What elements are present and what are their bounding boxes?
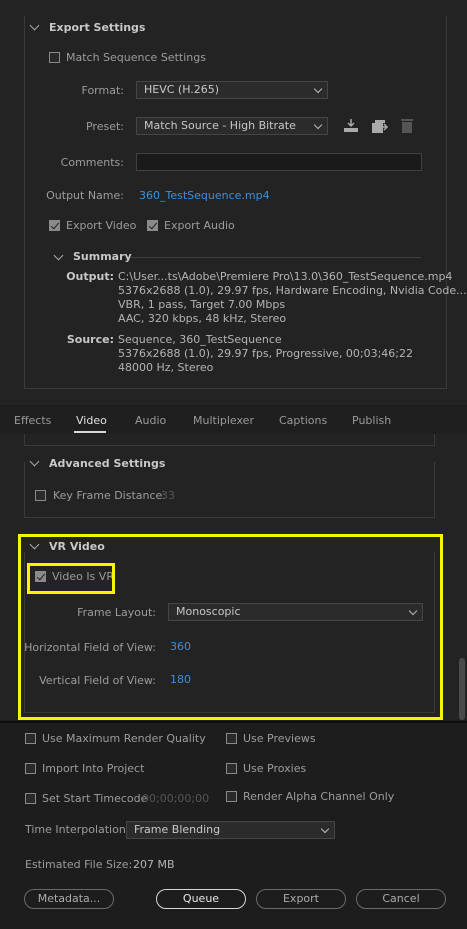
tab-publish[interactable]: Publish (352, 414, 391, 427)
panel-divider (0, 721, 467, 723)
time-interpolation-value: Frame Blending (134, 823, 221, 836)
import-into-project-checkbox[interactable] (25, 763, 36, 774)
comments-input[interactable] (136, 153, 422, 171)
format-label: Format: (81, 84, 124, 97)
tab-effects[interactable]: Effects (14, 414, 51, 427)
preset-label: Preset: (85, 120, 124, 133)
tab-captions[interactable]: Captions (279, 414, 327, 427)
tab-video-underline (74, 431, 106, 433)
max-render-quality-checkbox[interactable] (25, 733, 36, 744)
format-dropdown[interactable]: HEVC (H.265) (136, 81, 328, 99)
summary-output-lines: C:\User...ts\Adobe\Premiere Pro\13.0\360… (118, 270, 467, 326)
summary-divider (131, 257, 421, 258)
chevron-down-icon (313, 84, 323, 94)
vr-video-highlight (18, 534, 443, 720)
advanced-settings-title: Advanced Settings (49, 457, 166, 470)
preset-value: Match Source - High Bitrate (144, 119, 296, 132)
summary-output-line: VBR, 1 pass, Target 7.00 Mbps (118, 298, 286, 311)
estimated-file-size-label: Estimated File Size: (25, 858, 133, 871)
chevron-down-icon (313, 120, 323, 130)
comments-label: Comments: (60, 156, 124, 169)
format-value: HEVC (H.265) (144, 83, 220, 96)
save-preset-icon[interactable] (371, 119, 389, 134)
output-name-label: Output Name: (46, 189, 124, 202)
export-audio-label: Export Audio (164, 219, 235, 232)
key-frame-distance-label: Key Frame Distance: (53, 489, 167, 502)
scrollbar-thumb[interactable] (459, 658, 465, 720)
tab-video[interactable]: Video (76, 414, 107, 427)
export-video-checkbox[interactable] (49, 220, 60, 231)
delete-preset-icon[interactable] (400, 118, 414, 134)
import-into-project-label: Import Into Project (42, 762, 145, 775)
use-proxies-label: Use Proxies (243, 762, 307, 775)
key-frame-distance-checkbox[interactable] (35, 490, 46, 501)
import-preset-icon[interactable] (343, 119, 359, 133)
summary-output-label: Output: (66, 270, 114, 283)
summary-output-line: AAC, 320 kbps, 48 kHz, Stereo (118, 312, 287, 325)
export-settings-title: Export Settings (49, 21, 146, 34)
time-interpolation-label: Time Interpolation: (25, 823, 130, 836)
preset-dropdown[interactable]: Match Source - High Bitrate (136, 117, 328, 135)
match-sequence-checkbox[interactable] (49, 52, 60, 63)
queue-button[interactable]: Queue (156, 889, 246, 909)
estimated-file-size-value: 207 MB (133, 858, 175, 871)
use-previews-checkbox[interactable] (226, 733, 237, 744)
video-is-vr-highlight (27, 563, 115, 594)
previous-section-box (24, 434, 435, 446)
summary-output-line: 5376x2688 (1.0), 29.97 fps, Hardware Enc… (118, 284, 467, 297)
use-previews-label: Use Previews (243, 732, 316, 745)
render-alpha-checkbox[interactable] (226, 791, 237, 802)
use-proxies-checkbox[interactable] (226, 763, 237, 774)
set-start-timecode-label: Set Start Timecode (42, 792, 148, 805)
render-alpha-label: Render Alpha Channel Only (243, 790, 395, 803)
summary-source-line: 5376x2688 (1.0), 29.97 fps, Progressive,… (118, 347, 414, 360)
summary-source-line: 48000 Hz, Stereo (118, 361, 214, 374)
export-video-label: Export Video (66, 219, 137, 232)
output-name-link[interactable]: 360_TestSequence.mp4 (139, 189, 270, 202)
chevron-down-icon (320, 824, 330, 834)
cancel-button[interactable]: Cancel (356, 889, 446, 909)
summary-source-lines: Sequence, 360_TestSequence 5376x2688 (1.… (118, 333, 413, 375)
key-frame-distance-value[interactable]: 33 (161, 489, 175, 502)
summary-title: Summary (73, 250, 132, 263)
tab-audio[interactable]: Audio (135, 414, 166, 427)
max-render-quality-label: Use Maximum Render Quality (42, 732, 206, 745)
metadata-button[interactable]: Metadata... (24, 889, 114, 909)
summary-source-label: Source: (66, 333, 114, 346)
summary-source-line: Sequence, 360_TestSequence (118, 333, 282, 346)
match-sequence-label: Match Sequence Settings (66, 51, 206, 64)
summary-output-line: C:\User...ts\Adobe\Premiere Pro\13.0\360… (118, 270, 453, 283)
time-interpolation-dropdown[interactable]: Frame Blending (126, 821, 335, 839)
export-audio-checkbox[interactable] (147, 220, 158, 231)
export-button[interactable]: Export (256, 889, 346, 909)
start-timecode-value[interactable]: 00;00;00;00 (142, 792, 209, 805)
tab-multiplexer[interactable]: Multiplexer (193, 414, 254, 427)
set-start-timecode-checkbox[interactable] (25, 793, 36, 804)
